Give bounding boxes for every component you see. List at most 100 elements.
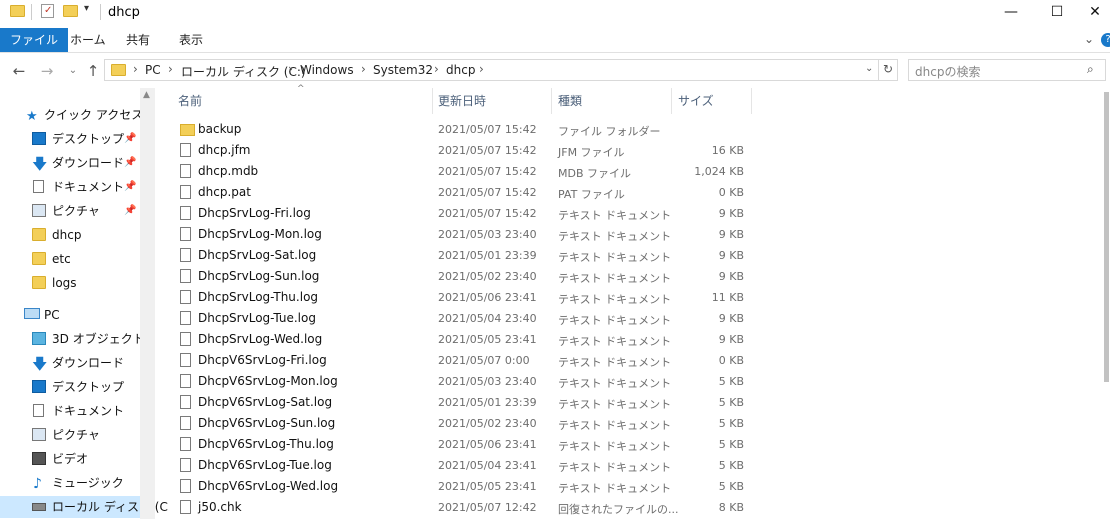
file-name: DhcpSrvLog-Tue.log: [198, 311, 316, 325]
document-icon: [33, 180, 44, 193]
file-row[interactable]: DhcpSrvLog-Wed.log 2021/05/05 23:41 テキスト ド…: [170, 329, 1070, 350]
file-row[interactable]: DhcpSrvLog-Sun.log 2021/05/02 23:40 テキスト ド…: [170, 266, 1070, 287]
chevron-right-icon[interactable]: ›: [168, 62, 173, 76]
file-row[interactable]: DhcpSrvLog-Sat.log 2021/05/01 23:39 テキスト ド…: [170, 245, 1070, 266]
refresh-icon[interactable]: ↻: [883, 62, 893, 76]
search-input[interactable]: dhcpの検索 ⌕: [908, 59, 1106, 81]
file-row[interactable]: DhcpV6SrvLog-Fri.log 2021/05/07 0:00 テキスト …: [170, 350, 1070, 371]
tab-view[interactable]: 表示: [169, 28, 213, 52]
column-divider[interactable]: [751, 88, 752, 114]
file-size: 9 KB: [718, 270, 744, 283]
nav-videos[interactable]: ビデオ: [0, 448, 140, 470]
cube-icon: [32, 332, 46, 345]
file-name: DhcpSrvLog-Wed.log: [198, 332, 323, 346]
nav-desktop[interactable]: デスクトップ: [0, 376, 140, 398]
download-icon: 🡇: [32, 155, 48, 173]
tab-home[interactable]: ホーム: [60, 28, 116, 52]
nav-desktop-pinned[interactable]: デスクトップ 📌: [0, 128, 140, 150]
file-name: DhcpV6SrvLog-Fri.log: [198, 353, 327, 367]
forward-button[interactable]: →: [38, 61, 56, 81]
chevron-right-icon[interactable]: ›: [288, 62, 293, 76]
nav-documents-pinned[interactable]: ドキュメント 📌: [0, 176, 140, 198]
nav-3d-objects[interactable]: 3D オブジェクト: [0, 328, 145, 350]
file-type: テキスト ドキュメント: [558, 377, 672, 390]
nav-pc[interactable]: PC: [0, 304, 140, 326]
tab-file[interactable]: ファイル: [0, 28, 69, 52]
nav-downloads-pinned[interactable]: 🡇 ダウンロード 📌: [0, 152, 140, 174]
chevron-right-icon[interactable]: ›: [479, 62, 484, 76]
nav-scrollbar[interactable]: ▲: [140, 88, 155, 519]
pin-icon[interactable]: 📌: [124, 176, 136, 198]
new-folder-icon[interactable]: [63, 5, 78, 17]
file-row[interactable]: DhcpSrvLog-Thu.log 2021/05/06 23:41 テキスト ド…: [170, 287, 1070, 308]
address-bar[interactable]: › PC › ローカル ディスク (C:) › Windows › System…: [104, 59, 898, 81]
maximize-button[interactable]: ☐: [1034, 0, 1080, 26]
properties-icon[interactable]: ✓: [41, 4, 54, 18]
pin-icon[interactable]: 📌: [124, 200, 136, 222]
file-name: DhcpV6SrvLog-Wed.log: [198, 479, 339, 493]
customize-quick-access-icon[interactable]: ▾: [84, 3, 89, 14]
column-divider[interactable]: [551, 88, 552, 114]
text-file-icon: [180, 395, 191, 409]
file-row[interactable]: DhcpSrvLog-Mon.log 2021/05/03 23:40 テキスト ド…: [170, 224, 1070, 245]
up-button[interactable]: ↑: [84, 61, 102, 81]
nav-documents[interactable]: ドキュメント: [0, 400, 140, 422]
nav-logs[interactable]: logs: [0, 272, 140, 294]
minimize-button[interactable]: —: [988, 0, 1034, 26]
nav-music[interactable]: ♪ ミュージック: [0, 472, 140, 494]
breadcrumb-dhcp[interactable]: dhcp: [446, 63, 475, 77]
recent-locations-button[interactable]: ⌄: [64, 61, 82, 81]
chevron-right-icon[interactable]: ›: [434, 62, 439, 76]
folder-icon[interactable]: [10, 5, 25, 17]
text-file-icon: [180, 374, 191, 388]
pin-icon[interactable]: 📌: [124, 152, 136, 174]
nav-pictures[interactable]: ピクチャ: [0, 424, 140, 446]
file-row[interactable]: dhcp.mdb 2021/05/07 15:42 MDB ファイル 1,024 KB: [170, 161, 1070, 182]
scroll-up-icon[interactable]: ▲: [143, 90, 150, 100]
close-button[interactable]: ✕: [1080, 0, 1110, 26]
chevron-right-icon[interactable]: ›: [133, 62, 138, 76]
window-title: dhcp: [108, 5, 140, 20]
sort-indicator-icon: ^: [297, 84, 305, 94]
nav-etc[interactable]: etc: [0, 248, 140, 270]
file-row[interactable]: backup 2021/05/07 15:42 ファイル フォルダー: [170, 119, 1070, 140]
file-row[interactable]: DhcpV6SrvLog-Wed.log 2021/05/05 23:41 テキスト…: [170, 476, 1070, 497]
file-row[interactable]: DhcpV6SrvLog-Mon.log 2021/05/03 23:40 テキスト…: [170, 371, 1070, 392]
tab-share[interactable]: 共有: [116, 28, 160, 52]
chevron-right-icon[interactable]: ›: [361, 62, 366, 76]
file-row[interactable]: dhcp.pat 2021/05/07 15:42 PAT ファイル 0 KB: [170, 182, 1070, 203]
column-type[interactable]: 種類: [558, 92, 582, 109]
address-dropdown-icon[interactable]: ⌄: [865, 63, 873, 74]
breadcrumb-windows[interactable]: Windows: [300, 63, 354, 77]
file-size: 11 KB: [711, 291, 744, 304]
breadcrumb-local-disk[interactable]: ローカル ディスク (C:): [181, 63, 306, 80]
file-row[interactable]: DhcpV6SrvLog-Sun.log 2021/05/02 23:40 テキスト…: [170, 413, 1070, 434]
file-row[interactable]: DhcpV6SrvLog-Thu.log 2021/05/06 23:41 テキスト…: [170, 434, 1070, 455]
nav-dhcp[interactable]: dhcp: [0, 224, 140, 246]
file-row[interactable]: DhcpSrvLog-Tue.log 2021/05/04 23:40 テキスト ド…: [170, 308, 1070, 329]
column-divider[interactable]: [671, 88, 672, 114]
breadcrumb-system32[interactable]: System32: [373, 63, 433, 77]
file-row[interactable]: DhcpV6SrvLog-Sat.log 2021/05/01 23:39 テキスト…: [170, 392, 1070, 413]
file-row[interactable]: dhcp.jfm 2021/05/07 15:42 JFM ファイル 16 KB: [170, 140, 1070, 161]
nav-local-disk[interactable]: ローカル ディスク (C: [0, 496, 168, 518]
document-icon: [33, 404, 44, 417]
search-icon[interactable]: ⌕: [1087, 62, 1094, 77]
back-button[interactable]: ←: [10, 61, 28, 81]
expand-ribbon-icon[interactable]: ⌄: [1084, 32, 1094, 46]
breadcrumb-pc[interactable]: PC: [145, 63, 161, 77]
pin-icon[interactable]: 📌: [124, 128, 136, 150]
column-size[interactable]: サイズ: [678, 92, 714, 109]
main-scrollbar[interactable]: [1103, 88, 1110, 519]
file-row[interactable]: DhcpSrvLog-Fri.log 2021/05/07 15:42 テキスト ド…: [170, 203, 1070, 224]
column-divider[interactable]: [432, 88, 433, 114]
nav-pictures-pinned[interactable]: ピクチャ 📌: [0, 200, 140, 222]
column-date[interactable]: 更新日時: [438, 92, 486, 109]
file-row[interactable]: j50.chk 2021/05/07 12:42 回復されたファイルの... 8 KB: [170, 497, 1070, 518]
scrollbar-thumb[interactable]: [1104, 92, 1109, 382]
help-icon[interactable]: ?: [1101, 33, 1110, 47]
nav-downloads[interactable]: 🡇 ダウンロード: [0, 352, 140, 374]
column-name[interactable]: 名前: [178, 92, 202, 109]
file-row[interactable]: DhcpV6SrvLog-Tue.log 2021/05/04 23:41 テキスト…: [170, 455, 1070, 476]
nav-quick-access[interactable]: ★ クイック アクセス: [0, 104, 143, 126]
